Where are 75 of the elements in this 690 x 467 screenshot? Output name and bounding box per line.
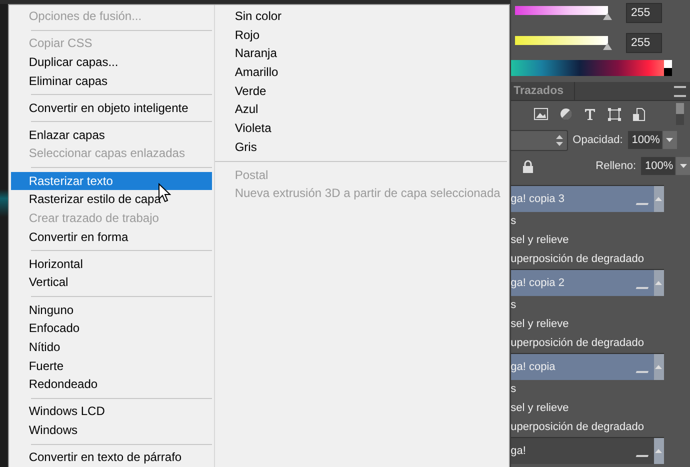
menu-item[interactable]: Verde [216, 82, 509, 100]
image-filter-icon[interactable] [534, 108, 548, 120]
transform-icon[interactable] [608, 108, 621, 120]
caret-icon [680, 164, 686, 168]
menu-item[interactable]: Duplicar capas... [10, 52, 212, 72]
lock-icon[interactable] [522, 160, 533, 172]
fill-field[interactable]: 100% [641, 157, 675, 175]
menu-item[interactable]: Naranja [216, 44, 509, 64]
layer-name: ga! copia [510, 361, 556, 373]
effect-row[interactable]: sel y relieve [510, 231, 664, 250]
menu-item[interactable]: Convertir en texto de párrafo [10, 448, 212, 467]
menu-item[interactable]: Nítido [10, 338, 212, 357]
menu-item[interactable]: Fuerte [10, 356, 212, 376]
scroll-button[interactable] [654, 186, 664, 212]
dropdown-button[interactable] [676, 157, 690, 175]
value-field[interactable]: 255 [626, 33, 662, 53]
effect-row[interactable]: uperposición de degradado [510, 250, 664, 269]
color-swatch[interactable] [664, 60, 672, 76]
menu-item[interactable]: Violeta [216, 119, 509, 138]
caret-icon [655, 449, 662, 453]
menu-item[interactable]: Amarillo [216, 63, 509, 82]
effect-row[interactable]: s [510, 296, 664, 315]
menu-item[interactable]: Convertir en objeto inteligente [10, 98, 212, 118]
layer-row[interactable]: ga! copia 2 [510, 269, 664, 296]
opacity-field[interactable]: 100% [628, 131, 662, 149]
fill-label: Relleno: [596, 160, 636, 172]
menu-item[interactable]: Eliminar capas [10, 72, 212, 90]
menu-item[interactable]: Enlazar capas [10, 126, 212, 144]
menu-item[interactable]: Vertical [10, 273, 212, 292]
dropdown-button[interactable] [662, 131, 677, 149]
effect-row[interactable]: sel y relieve [510, 315, 664, 334]
menu-item[interactable]: Redondeado [10, 375, 212, 394]
layer-row[interactable]: ga! [510, 437, 664, 464]
layer-name: ga! [510, 445, 527, 457]
caret-icon [655, 281, 662, 285]
menu-item[interactable]: Rasterizar estilo de capa [10, 190, 212, 209]
menu-item[interactable]: Gris [216, 138, 509, 156]
layer-name: ga! copia 2 [510, 277, 566, 289]
layer-row[interactable]: ga! copia [510, 353, 664, 380]
slider-thumb[interactable] [603, 13, 612, 20]
menu-item[interactable]: Sin color [216, 7, 509, 26]
menu-item[interactable]: Rojo [216, 26, 509, 44]
value-field[interactable]: 255 [626, 3, 662, 23]
adjustment-icon[interactable] [560, 108, 572, 120]
effect-row[interactable]: uperposición de degradado [510, 418, 664, 437]
panel-tab[interactable]: Trazados [510, 82, 574, 100]
effect-row[interactable]: sel y relieve [510, 399, 664, 418]
caret-icon [666, 138, 674, 142]
document-icon[interactable] [632, 108, 645, 120]
type-icon[interactable] [584, 108, 596, 120]
slider-thumb[interactable] [603, 43, 612, 50]
scroll-button[interactable] [654, 354, 664, 380]
opacity-label: Opacidad: [572, 134, 623, 146]
effect-row[interactable]: uperposición de degradado [510, 334, 664, 353]
layer-row[interactable]: ga! copia 3 [510, 185, 664, 212]
menu-item[interactable]: Windows LCD [10, 402, 212, 422]
effect-row[interactable]: s [510, 212, 664, 231]
menu-item[interactable]: Azul [216, 100, 509, 120]
caret-icon [655, 365, 662, 369]
menu-item[interactable]: Enfocado [10, 319, 212, 338]
menu-item[interactable]: Horizontal [10, 254, 212, 274]
effect-row[interactable]: s [510, 380, 664, 399]
scroll-button[interactable] [654, 270, 664, 296]
blend-mode-dropdown[interactable] [510, 130, 568, 150]
scroll-button[interactable] [654, 438, 664, 464]
scrollbar[interactable] [676, 103, 684, 125]
color-spectrum[interactable] [510, 60, 664, 76]
menu-item[interactable]: Convertir en forma [10, 228, 212, 246]
menu-item[interactable]: Ninguno [10, 300, 212, 320]
menu-item[interactable]: Windows [10, 421, 212, 440]
up-down-arrows-icon [556, 134, 563, 146]
layer-name: ga! copia 3 [510, 193, 566, 205]
panel-menu-icon[interactable] [674, 86, 686, 96]
caret-icon [655, 197, 662, 201]
menu-item[interactable]: Rasterizar texto [10, 172, 212, 190]
